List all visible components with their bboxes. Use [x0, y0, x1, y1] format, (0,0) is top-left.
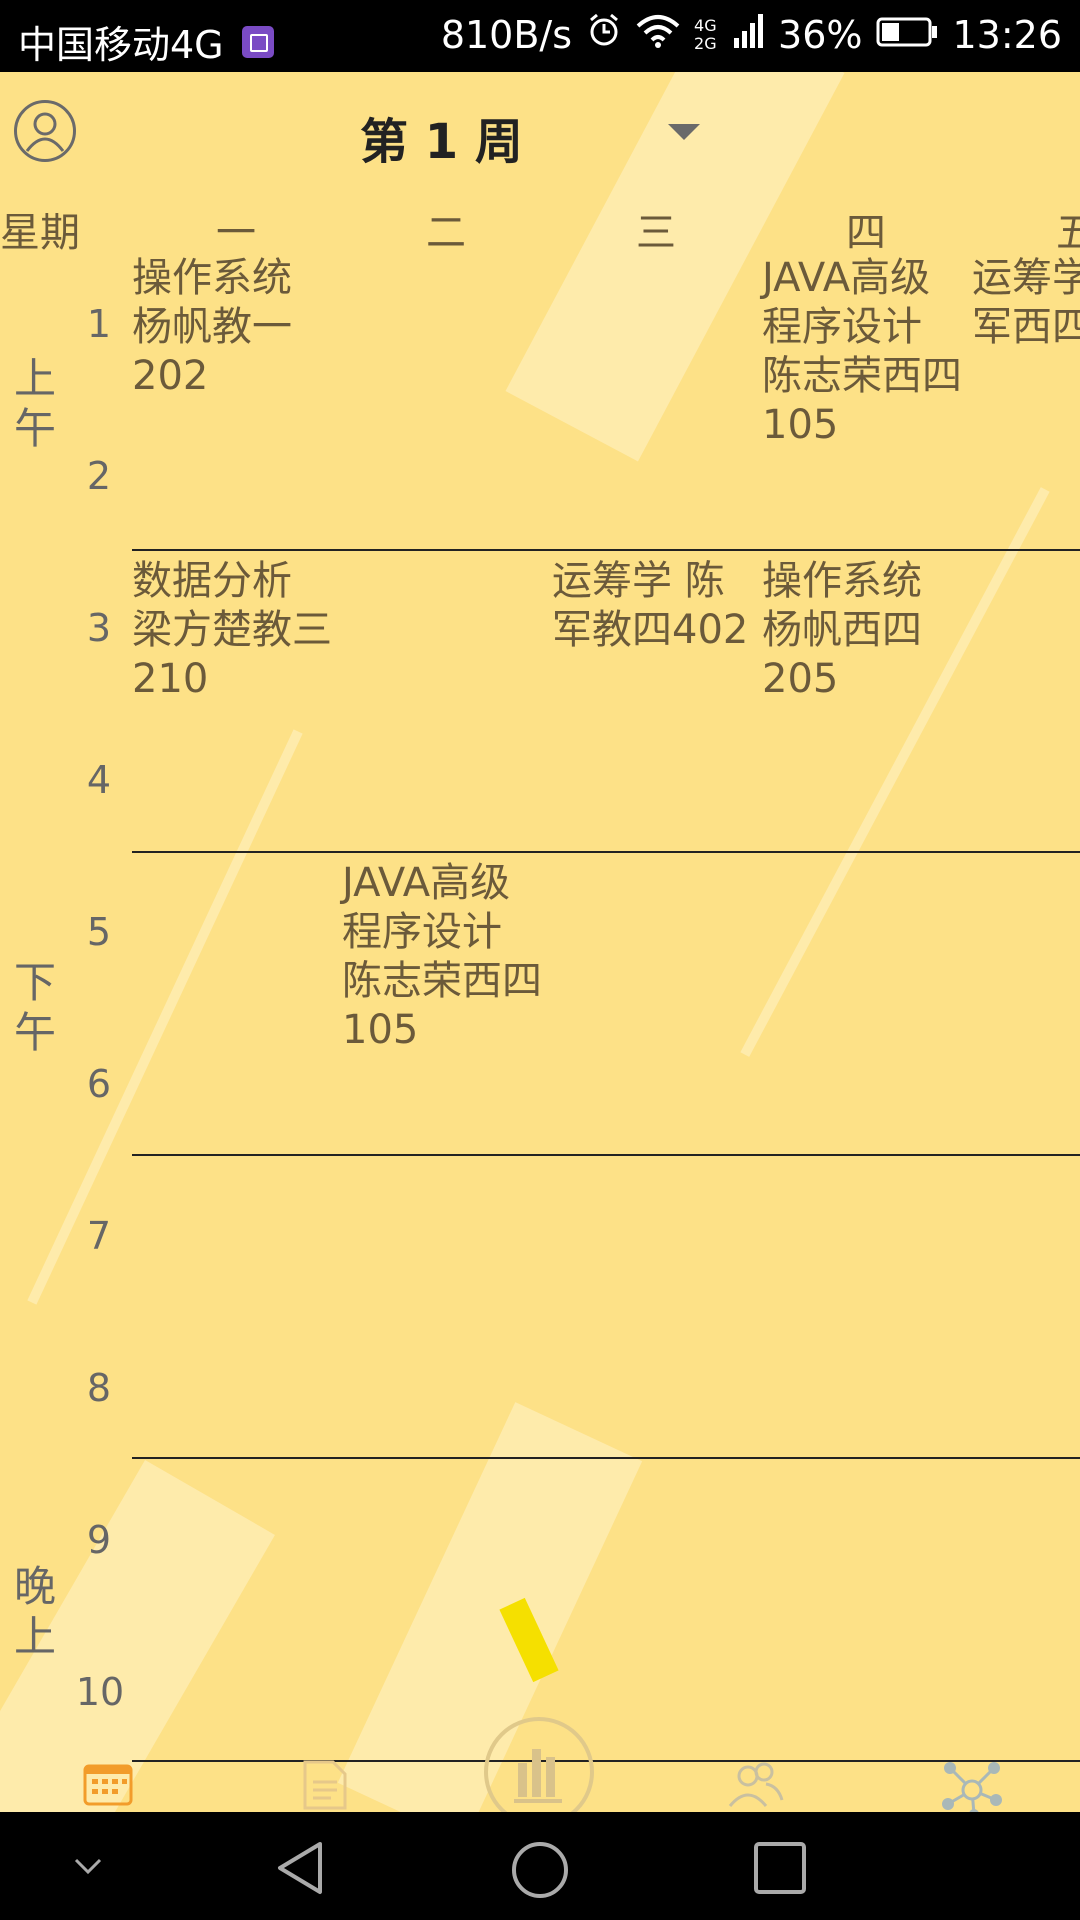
- status-left: 中国移动4G: [18, 14, 274, 69]
- back-button[interactable]: [272, 1840, 328, 1900]
- calendar-icon: [83, 1764, 133, 1806]
- slot-number: 5: [86, 910, 112, 954]
- row-divider: [132, 1457, 1080, 1459]
- course-cell[interactable]: JAVA高级 程序设计 陈志荣西四 105: [342, 859, 542, 1055]
- network-type: 4G 2G: [694, 15, 717, 53]
- course-cell[interactable]: 运筹学 军西四: [972, 254, 1080, 352]
- row-divider: [132, 851, 1080, 853]
- period-afternoon: 下 午: [13, 958, 56, 1057]
- battery-icon: [876, 13, 938, 57]
- schedule-screen: 第 1 周 星期 一 二 三 四 五 1 2 3 4 5 6 7 8 9 10 …: [0, 72, 1080, 1812]
- day-header-thu: 四: [846, 210, 886, 256]
- course-cell[interactable]: JAVA高级 程序设计 陈志荣西四 105: [762, 254, 962, 450]
- slot-number: 1: [86, 302, 112, 346]
- document-icon: [303, 1760, 347, 1810]
- clock-time: 13:26: [952, 12, 1062, 57]
- signal-icon: [734, 13, 764, 57]
- slot-number: 8: [86, 1366, 112, 1410]
- weekday-header: 星期: [0, 210, 80, 256]
- tab-plan[interactable]: plan: [244, 1760, 404, 1812]
- tab-future[interactable]: future: [892, 1760, 1052, 1812]
- course-cell[interactable]: 操作系统 杨帆教一 202: [132, 254, 292, 401]
- period-evening: 晚 上: [13, 1562, 56, 1661]
- system-nav-bar: [0, 1812, 1080, 1920]
- course-cell[interactable]: 运筹学 陈 军教四402: [552, 557, 748, 655]
- slot-number: 2: [86, 454, 112, 498]
- day-header-mon: 一: [216, 210, 256, 256]
- status-right: 810B/s 4G 2G 36% 13:26: [441, 12, 1062, 57]
- wifi-icon: [636, 13, 680, 57]
- slot-number: 6: [86, 1062, 112, 1106]
- network-speed: 810B/s: [440, 12, 573, 57]
- chart-icon: [514, 1749, 562, 1803]
- status-bar: 中国移动4G 810B/s 4G 2G 36% 13:26: [0, 0, 1080, 72]
- tab-friends[interactable]: friends: [676, 1760, 836, 1812]
- avatar-icon[interactable]: [14, 100, 76, 162]
- slot-number: 10: [75, 1670, 125, 1714]
- dropdown-arrow-icon[interactable]: [668, 124, 700, 140]
- chevron-down-icon[interactable]: [72, 1856, 104, 1880]
- course-cell[interactable]: 操作系统 杨帆西四 205: [762, 557, 922, 704]
- tab-lesson[interactable]: lesson: [28, 1760, 188, 1812]
- recents-button[interactable]: [752, 1840, 808, 1900]
- course-cell[interactable]: 数据分析 梁方楚教三 210: [132, 557, 332, 704]
- day-header-wed: 三: [636, 210, 676, 256]
- row-divider: [132, 549, 1080, 551]
- alarm-icon: [586, 12, 622, 57]
- home-button[interactable]: [510, 1840, 570, 1904]
- day-header-tue: 二: [426, 210, 466, 256]
- tab-statistics[interactable]: [484, 1717, 594, 1812]
- network-icon: [942, 1762, 1002, 1812]
- day-header-fri: 五: [1056, 210, 1080, 256]
- slot-number: 3: [86, 606, 112, 650]
- carrier-text: 中国移动4G: [18, 23, 224, 67]
- friends-icon: [728, 1762, 784, 1807]
- battery-percent: 36%: [778, 12, 863, 57]
- slot-number: 9: [86, 1518, 112, 1562]
- slot-number: 7: [86, 1214, 112, 1258]
- week-selector[interactable]: 第 1 周: [360, 102, 523, 172]
- row-divider: [132, 1154, 1080, 1156]
- decor-stripe-2: [27, 729, 303, 1305]
- slot-number: 4: [86, 758, 112, 802]
- period-morning: 上 午: [13, 354, 56, 453]
- gallery-notification-icon: [241, 25, 274, 58]
